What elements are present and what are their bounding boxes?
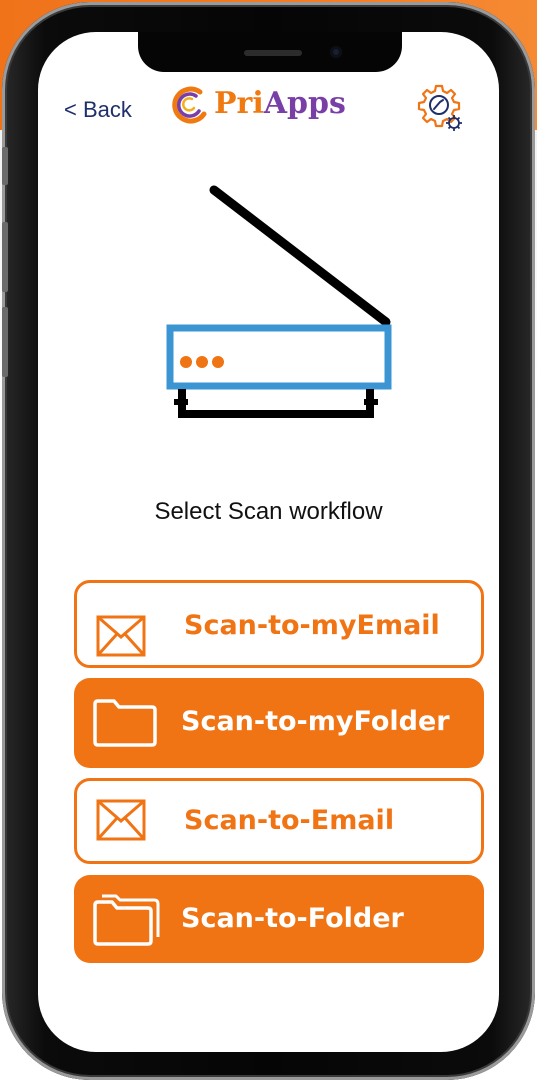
scan-to-myfolder-button[interactable]: Scan-to-myFolder	[74, 678, 484, 768]
back-button[interactable]: < Back	[64, 97, 132, 123]
scanner-icon	[166, 185, 392, 418]
logo-text: PriApps	[214, 84, 346, 124]
settings-gear-icon[interactable]	[412, 80, 468, 136]
folders-icon	[93, 894, 160, 946]
logo-swirl-icon	[172, 86, 207, 124]
phone-mute-switch	[2, 147, 8, 185]
logo-text-pri: Pri	[214, 86, 264, 121]
phone-frame: < Back PriApps Select Scan workflow Scan…	[2, 2, 535, 1080]
envelope-icon	[96, 799, 146, 841]
scan-to-email-button[interactable]: Scan-to-Email	[74, 778, 484, 864]
folder-icon	[93, 699, 157, 747]
phone-notch	[138, 32, 402, 72]
phone-screen: < Back PriApps Select Scan workflow Scan…	[38, 32, 499, 1052]
front-camera	[330, 46, 342, 58]
phone-volume-down	[2, 307, 8, 377]
priapps-logo: PriApps	[170, 84, 346, 124]
envelope-icon	[96, 615, 146, 657]
workflow-label: Scan-to-Folder	[181, 903, 404, 934]
scan-to-folder-button[interactable]: Scan-to-Folder	[74, 875, 484, 963]
speaker-grille	[244, 50, 302, 56]
workflow-label: Scan-to-Email	[184, 805, 395, 836]
workflow-label: Scan-to-myEmail	[184, 610, 440, 641]
phone-volume-up	[2, 222, 8, 292]
page-title: Select Scan workflow	[154, 498, 383, 525]
scan-to-myemail-button[interactable]: Scan-to-myEmail	[74, 580, 484, 668]
workflow-label: Scan-to-myFolder	[181, 706, 450, 737]
logo-text-apps: Apps	[263, 86, 346, 121]
